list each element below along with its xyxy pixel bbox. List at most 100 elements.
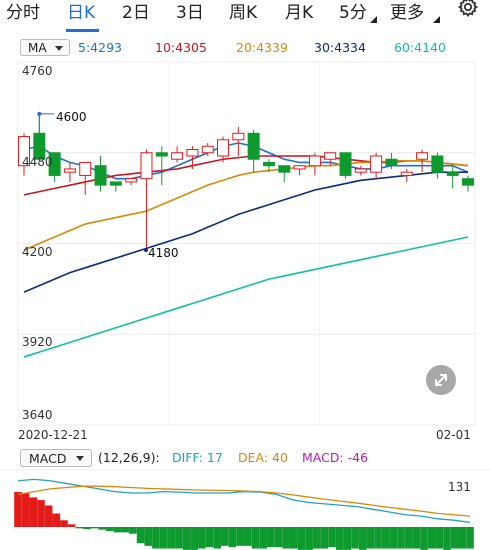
macd-histogram-bar [83, 527, 91, 530]
macd-histogram-bar [320, 527, 329, 549]
macd-histogram-bar [274, 527, 283, 548]
macd-selector-label: MACD [29, 451, 67, 466]
date-end: 02-01 [436, 428, 471, 442]
fullscreen-button[interactable] [426, 365, 456, 395]
macd-histogram-bar [335, 527, 344, 550]
candle-body [79, 161, 92, 176]
macd-histogram-bar [205, 527, 214, 548]
macd-histogram-bar [450, 527, 459, 549]
candle-body [232, 132, 245, 141]
macd-histogram-bar [14, 492, 22, 527]
candle-body [278, 165, 291, 173]
candle-body [63, 168, 76, 173]
macd-histogram-bar [381, 527, 390, 549]
macd-histogram-bar [121, 527, 130, 533]
macd-histogram-bar [75, 527, 84, 529]
macd-dea-line [17, 485, 471, 517]
macd-histogram-bar [60, 520, 68, 527]
macd-histogram-bar [21, 493, 30, 527]
candle-body [308, 155, 321, 167]
kline-chart[interactable] [0, 0, 490, 550]
macd-histogram-bar [129, 527, 137, 534]
chevron-down-icon [76, 456, 84, 461]
price-tick-3640: 3640 [22, 408, 53, 422]
high-price-label: 4600 [56, 110, 87, 124]
macd-histogram-bar [52, 513, 61, 527]
macd-histogram-bar [244, 527, 252, 546]
candle-body [125, 178, 138, 183]
candle-body [324, 152, 337, 160]
ma-line-ma60 [23, 236, 469, 358]
candle-body [171, 152, 184, 160]
macd-histogram-bar [182, 527, 191, 550]
low-price-label: 4180 [148, 246, 179, 260]
candle-body [109, 181, 122, 186]
macd-histogram-bar [443, 527, 451, 550]
high-marker-dot [37, 111, 42, 116]
macd-histogram-bar [389, 527, 398, 549]
macd-histogram-bar [152, 527, 160, 549]
macd-histogram-bar [458, 527, 467, 549]
candle-body [186, 149, 199, 157]
candle-body [201, 145, 214, 154]
candle-body [94, 165, 107, 186]
macd-histogram-bar [236, 527, 244, 546]
macd-histogram-bar [144, 527, 153, 546]
macd-lines [17, 478, 471, 524]
macd-histogram-bar [328, 527, 336, 548]
macd-indicator-selector[interactable]: MACD [20, 449, 92, 467]
macd-histogram-bar [44, 505, 53, 527]
candle-body [140, 152, 153, 180]
macd-dea-value: DEA: 40 [238, 450, 288, 465]
macd-histogram-bar [297, 527, 306, 550]
macd-histogram-bar [213, 527, 221, 549]
macd-histogram-bar [312, 527, 321, 549]
expand-icon [435, 374, 447, 386]
candle-body [354, 168, 367, 173]
macd-params: (12,26,9): [98, 450, 160, 465]
macd-macd-value: MACD: -46 [302, 450, 369, 465]
macd-histogram-bar [221, 527, 229, 546]
candle-body [247, 132, 260, 160]
macd-histogram-bar [251, 527, 260, 549]
price-tick-4200: 4200 [22, 245, 53, 259]
macd-histogram-bar [343, 527, 352, 550]
date-start: 2020-12-21 [18, 428, 88, 442]
macd-histogram-bar [366, 527, 375, 549]
macd-histogram-bar [29, 497, 38, 527]
macd-histogram-bar [228, 527, 237, 548]
macd-histogram-bar [435, 527, 444, 549]
macd-histogram-bar [190, 527, 199, 550]
macd-histogram-bar [113, 527, 122, 533]
candle-body [293, 165, 306, 170]
macd-histogram-bar [159, 527, 168, 549]
macd-histogram-bar [412, 527, 421, 549]
macd-histogram-bar [404, 527, 413, 549]
macd-diff-value: DIFF: 17 [172, 450, 223, 465]
price-tick-4480: 4480 [22, 155, 53, 169]
candle-body [262, 161, 275, 167]
macd-histogram-bar [90, 527, 99, 529]
price-tick-3920: 3920 [22, 335, 53, 349]
macd-histogram-bar [175, 527, 183, 549]
candle-body [431, 155, 444, 173]
macd-axis-value: 131 [448, 480, 471, 494]
macd-histogram-bar [67, 524, 76, 527]
ma-line-ma30 [23, 171, 468, 293]
macd-histogram-bar [106, 527, 114, 532]
macd-histogram-bar [397, 527, 405, 549]
macd-histogram-bar [427, 527, 436, 549]
candle-body [217, 139, 230, 157]
macd-histogram-bar [198, 527, 206, 549]
candle-body [370, 155, 383, 173]
macd-chart [0, 469, 490, 550]
candle-body [385, 158, 398, 167]
macd-histogram-bar [259, 527, 267, 549]
candle-body [416, 152, 429, 160]
candle-body [400, 171, 413, 176]
macd-histogram-bar [37, 500, 45, 527]
macd-histogram-bar [374, 527, 382, 549]
macd-histogram-bar [351, 527, 359, 549]
chart-grid [17, 61, 476, 426]
macd-histogram-bar [267, 527, 275, 548]
